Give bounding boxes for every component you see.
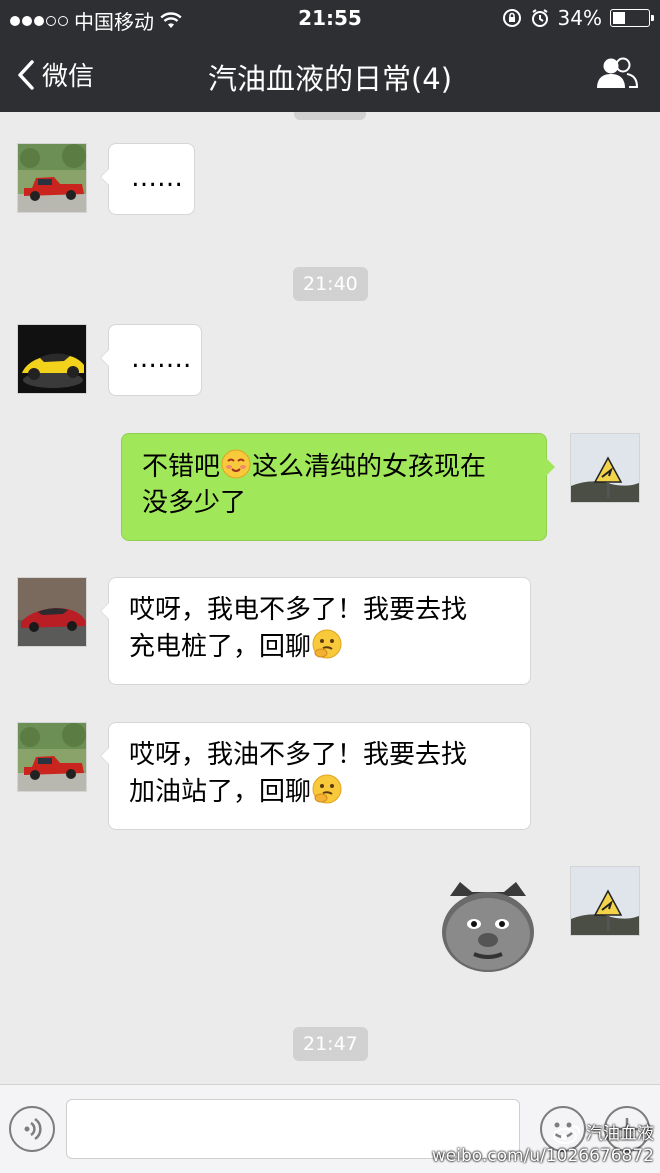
battery-icon [610,9,654,27]
sticker-message[interactable] [438,878,538,976]
battery-percent: 34% [557,6,602,30]
message-text: 不错吧 [142,452,221,482]
avatar-yellow-sportscar[interactable] [17,324,87,394]
watermark-url: weibo.com/u/1026676872 [431,1146,654,1166]
red-pickup-truck-icon [18,144,86,212]
voice-input-button[interactable] [9,1106,55,1152]
thinking-emoji-icon [312,629,342,659]
page-title: 汽油血液的日常(4) [207,62,453,96]
avatar-self-road-sign[interactable] [570,433,640,503]
message-text: ……. [131,344,192,374]
status-right: 34% [502,6,654,30]
avatar-red-pickup[interactable] [17,722,87,792]
weibo-watermark: 汽油血液 weibo.com/u/1026676872 [432,1123,654,1167]
message-text: 没多少了 [142,488,247,518]
avatar-red-pickup[interactable] [17,143,87,213]
message-bubble-outgoing[interactable]: 不错吧 这么清纯的女孩现在 没多少了 [121,433,555,541]
message-bubble-incoming[interactable]: 哎呀，我电不多了！我要去找 充电桩了，回聊 [100,577,531,685]
face-sticker-icon [442,882,534,972]
nav-bar: 微信 汽油血液的日常(4) [0,38,660,112]
thinking-emoji-icon [312,774,342,804]
status-bar: 中国移动 21:55 34% [0,0,660,38]
message-text: 充电桩了，回聊 [129,632,312,662]
message-bubble-incoming[interactable]: 哎呀，我油不多了！我要去找 加油站了，回聊 [100,722,531,830]
red-sedan-icon [18,578,86,646]
yellow-sports-car-icon [18,325,86,393]
timestamp-remnant [294,112,366,120]
timestamp: 21:47 [293,1027,368,1061]
weibo-logo-icon [553,1124,581,1144]
message-text: 这么清纯的女孩现在 [252,452,487,482]
message-bubble-incoming[interactable]: ……. [100,324,202,396]
message-text: 哎呀，我电不多了！我要去找 [129,595,468,625]
rotation-lock-icon [502,9,521,27]
red-pickup-truck-icon [18,723,86,791]
road-sign-landscape-icon [571,867,639,935]
alarm-icon [531,9,548,27]
chat-area[interactable]: …… 21:40 ……. 不错吧 这么清纯的女孩现在 没多少了 哎呀，我电不多了… [0,112,660,1084]
avatar-red-sedan[interactable] [17,577,87,647]
group-members-button[interactable] [596,56,639,94]
message-bubble-incoming[interactable]: …… [100,143,195,215]
message-text: 加油站了，回聊 [129,777,312,807]
message-text: 哎呀，我油不多了！我要去找 [129,740,468,770]
timestamp: 21:40 [293,267,368,301]
avatar-self-road-sign[interactable] [570,866,640,936]
voice-icon [24,1117,42,1141]
watermark-account: 汽油血液 [586,1124,654,1144]
road-sign-landscape-icon [571,434,639,502]
message-text: …… [131,163,183,193]
blushing-emoji-icon [221,449,251,479]
group-members-icon [597,57,639,88]
